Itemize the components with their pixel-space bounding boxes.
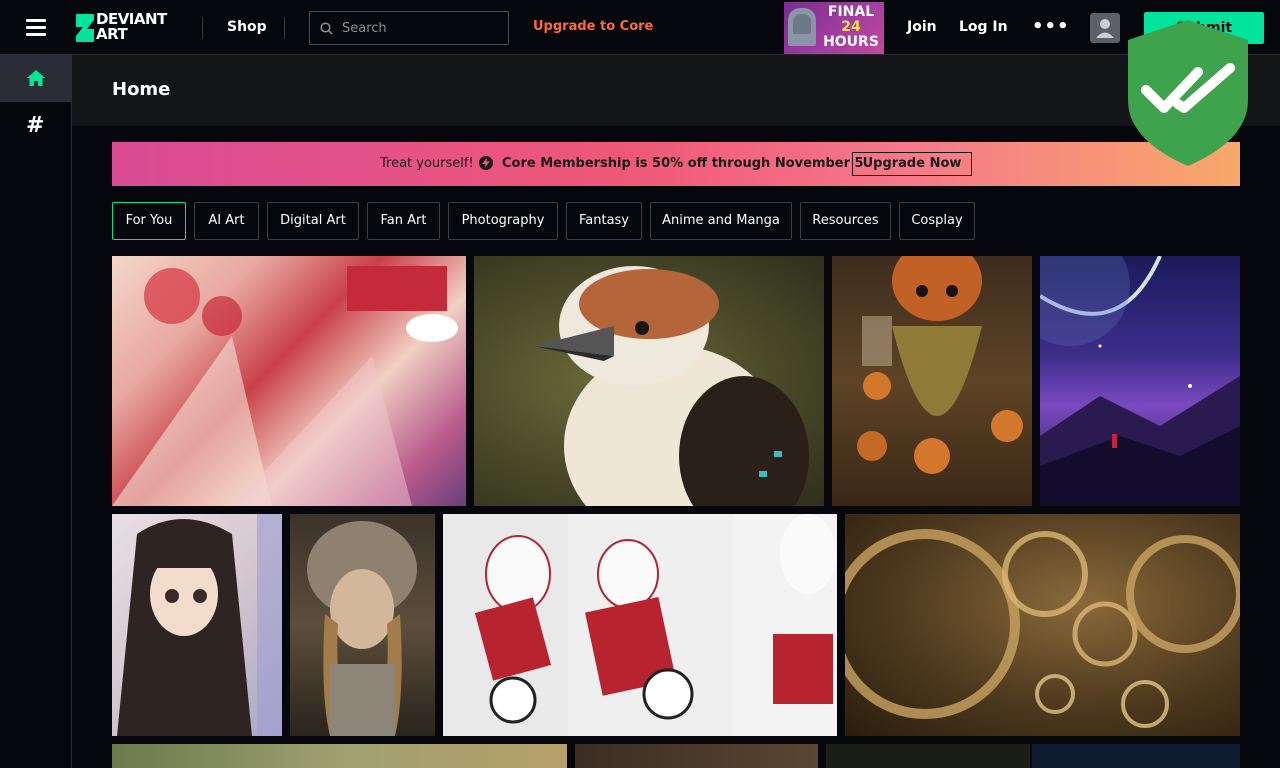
chip-for-you[interactable]: For You xyxy=(112,202,186,240)
artwork-thumbnail[interactable] xyxy=(845,514,1240,736)
artwork-thumbnail[interactable] xyxy=(1040,256,1240,506)
login-link[interactable]: Log In xyxy=(959,19,1008,35)
artwork-thumbnail[interactable] xyxy=(112,256,466,506)
artwork-thumbnail[interactable] xyxy=(826,744,1030,768)
deviantart-logo-icon xyxy=(76,14,94,42)
top-bar: DEVIANT ART Shop Upgrade to Core FINAL 2… xyxy=(0,0,1280,55)
artwork-fractal xyxy=(845,529,1240,728)
chip-anime-and-manga[interactable]: Anime and Manga xyxy=(650,202,792,240)
sidebar-item-home[interactable] xyxy=(0,55,71,102)
artwork-comic xyxy=(112,264,458,506)
artwork-armored-portrait xyxy=(307,521,417,736)
home-icon xyxy=(27,70,45,86)
artwork-thumbnail[interactable] xyxy=(290,514,435,736)
search-box[interactable] xyxy=(309,11,509,45)
artwork-kookaburra xyxy=(534,266,809,506)
join-link[interactable]: Join xyxy=(907,19,937,35)
upgrade-to-core-link[interactable]: Upgrade to Core xyxy=(533,19,653,34)
search-input[interactable] xyxy=(342,12,502,44)
user-icon xyxy=(1096,19,1114,38)
chip-fantasy[interactable]: Fantasy xyxy=(566,202,642,240)
main-content: Home Treat yourself! Core Membership is … xyxy=(72,55,1280,768)
artwork-crochet-dolls xyxy=(443,514,837,736)
artwork-thumbnail[interactable] xyxy=(575,744,818,768)
chip-photography[interactable]: Photography xyxy=(448,202,558,240)
chip-fan-art[interactable]: Fan Art xyxy=(367,202,440,240)
more-options-icon[interactable]: ••• xyxy=(1032,16,1070,37)
artwork-space xyxy=(1040,256,1240,506)
banner-offer-text: Core Membership is 50% off through Novem… xyxy=(502,156,864,171)
chip-cosplay[interactable]: Cosplay xyxy=(899,202,975,240)
shield-check-icon xyxy=(1128,20,1248,166)
artwork-thumbnail[interactable] xyxy=(1032,744,1240,768)
artwork-thumbnail[interactable] xyxy=(443,514,837,736)
core-promo-banner[interactable]: Treat yourself! Core Membership is 50% o… xyxy=(112,142,1240,186)
tombstone-detail xyxy=(793,14,811,34)
shop-link[interactable]: Shop xyxy=(227,19,267,35)
artwork-thumbnail[interactable] xyxy=(474,256,824,506)
promo-text: FINAL 24 HOURS xyxy=(823,4,879,50)
menu-icon[interactable] xyxy=(26,19,46,36)
page-title: Home xyxy=(112,79,171,100)
divider xyxy=(202,17,203,39)
artwork-elf xyxy=(117,514,282,736)
artwork-thumbnail[interactable] xyxy=(832,256,1032,506)
chip-resources[interactable]: Resources xyxy=(800,202,891,240)
deviantart-logo[interactable]: DEVIANT ART xyxy=(74,12,182,44)
upgrade-now-button[interactable]: Upgrade Now xyxy=(852,152,972,176)
logo-text: DEVIANT ART xyxy=(96,10,167,43)
divider xyxy=(284,17,285,39)
chip-ai-art[interactable]: AI Art xyxy=(194,202,259,240)
artwork-pumpkins xyxy=(857,256,1023,474)
artwork-thumbnail[interactable] xyxy=(112,744,567,768)
search-icon xyxy=(320,22,333,35)
artwork-thumbnail[interactable] xyxy=(112,514,282,736)
chip-digital-art[interactable]: Digital Art xyxy=(267,202,359,240)
page-header: Home xyxy=(72,55,1280,126)
avatar[interactable] xyxy=(1090,13,1120,43)
final-hours-promo[interactable]: FINAL 24 HOURS xyxy=(784,2,884,54)
banner-treat-text: Treat yourself! xyxy=(380,156,474,171)
lightning-icon xyxy=(479,156,493,170)
sidebar: # xyxy=(0,55,72,768)
hashtag-icon[interactable]: # xyxy=(26,113,44,138)
